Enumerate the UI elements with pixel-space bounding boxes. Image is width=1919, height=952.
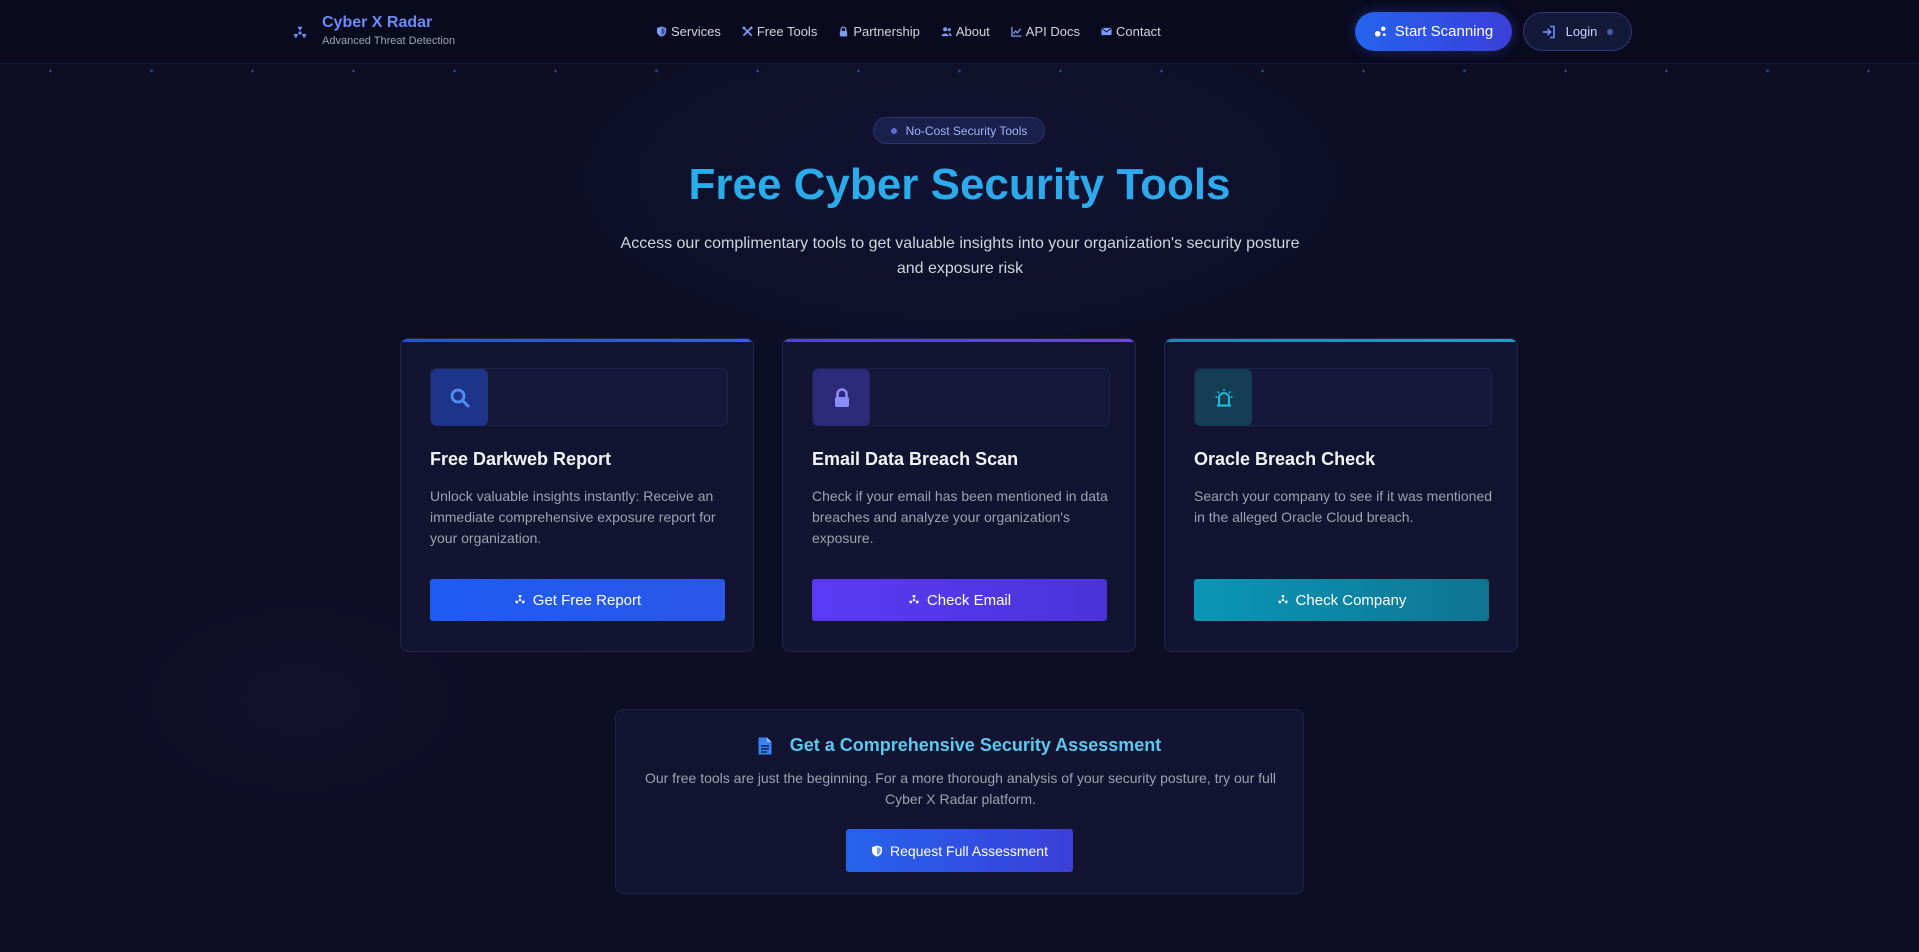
assessment-title: Get a Comprehensive Security Assessment [789,735,1162,755]
request-full-assessment-button[interactable]: Request Full Assessment [846,829,1073,872]
nav-services[interactable]: Services [656,24,721,39]
assessment-panel: Get a Comprehensive Security Assessment … [615,709,1304,894]
nav-api-docs-label: API Docs [1025,24,1080,39]
start-scanning-label: Start Scanning [1394,23,1494,40]
brand-logo[interactable]: Cyber X Radar Advanced Threat Detection [292,14,455,47]
card-description: Search your company to see if it was men… [1194,488,1493,525]
check-email-label: Check Email [926,591,1012,609]
get-free-report-label: Get Free Report [532,591,642,609]
card-icon-box [431,369,488,426]
check-company-label: Check Company [1295,591,1407,609]
nav-api-docs[interactable]: API Docs [1011,24,1080,39]
radar-icon [1374,26,1386,37]
tools-icon [742,26,753,37]
card-accent-bar [783,339,1135,342]
card-header [430,368,728,426]
sign-in-icon [1542,25,1555,38]
nav-about-label: About [955,24,990,39]
card-title: Oracle Breach Check [1194,449,1376,469]
card-accent-bar [401,339,753,342]
nav-free-tools[interactable]: Free Tools [742,24,817,39]
page-title: Free Cyber Security Tools [0,160,1919,210]
search-icon [450,388,469,407]
lock-icon [840,26,848,37]
shield-icon [656,26,667,37]
nav-partnership[interactable]: Partnership [838,24,920,39]
card-title: Free Darkweb Report [430,449,612,469]
card-accent-bar [1165,339,1517,342]
nav-about[interactable]: About [941,24,990,39]
radiation-icon [908,595,919,604]
check-company-button[interactable]: Check Company [1194,579,1489,621]
card-header [1194,368,1492,426]
main-menu: Services Free Tools Partnership About AP… [656,24,1161,39]
check-email-button[interactable]: Check Email [812,579,1107,621]
lock-icon [834,387,849,407]
brand-subtitle: Advanced Threat Detection [322,35,456,47]
card-icon-box [813,369,870,426]
tool-card-oracle-breach: Oracle Breach Check Search your company … [1164,338,1518,652]
card-description: Unlock valuable insights instantly: Rece… [430,488,716,546]
brand-title: Cyber X Radar [322,14,433,31]
top-navbar: Cyber X Radar Advanced Threat Detection … [0,0,1919,64]
users-icon [941,27,952,37]
shield-icon [872,845,883,857]
radiation-icon [1277,595,1288,604]
radiation-icon [293,26,307,38]
hero-badge: No-Cost Security Tools [873,117,1045,144]
envelope-icon [1101,27,1112,36]
start-scanning-button[interactable]: Start Scanning [1355,12,1512,51]
tool-card-darkweb: Free Darkweb Report Unlock valuable insi… [400,338,754,652]
login-status-dot [1607,28,1614,35]
nav-contact-label: Contact [1115,24,1161,39]
card-title: Email Data Breach Scan [812,449,1019,469]
login-label: Login [1565,24,1598,39]
card-icon-box [1195,369,1252,426]
nav-partnership-label: Partnership [853,24,920,39]
card-description: Check if your email has been mentioned i… [812,488,1108,546]
assessment-heading: Get a Comprehensive Security Assessment [616,735,1303,756]
alarm-icon [1215,388,1232,406]
dotted-divider [0,68,1919,74]
nav-contact[interactable]: Contact [1101,24,1161,39]
hero-badge-label: No-Cost Security Tools [905,123,1028,138]
hero-subtitle: Access our complimentary tools to get va… [620,235,1300,277]
chart-line-icon [1011,26,1022,37]
radiation-icon [514,595,525,604]
badge-dot [890,127,897,134]
login-button[interactable]: Login [1523,12,1632,51]
nav-free-tools-label: Free Tools [756,24,818,39]
get-free-report-button[interactable]: Get Free Report [430,579,725,621]
tool-card-email-breach: Email Data Breach Scan Check if your ema… [782,338,1136,652]
request-full-assessment-label: Request Full Assessment [890,842,1048,859]
nav-services-label: Services [671,24,721,39]
assessment-description: Our free tools are just the beginning. F… [644,770,1277,807]
card-header [812,368,1110,426]
document-icon [758,737,772,754]
